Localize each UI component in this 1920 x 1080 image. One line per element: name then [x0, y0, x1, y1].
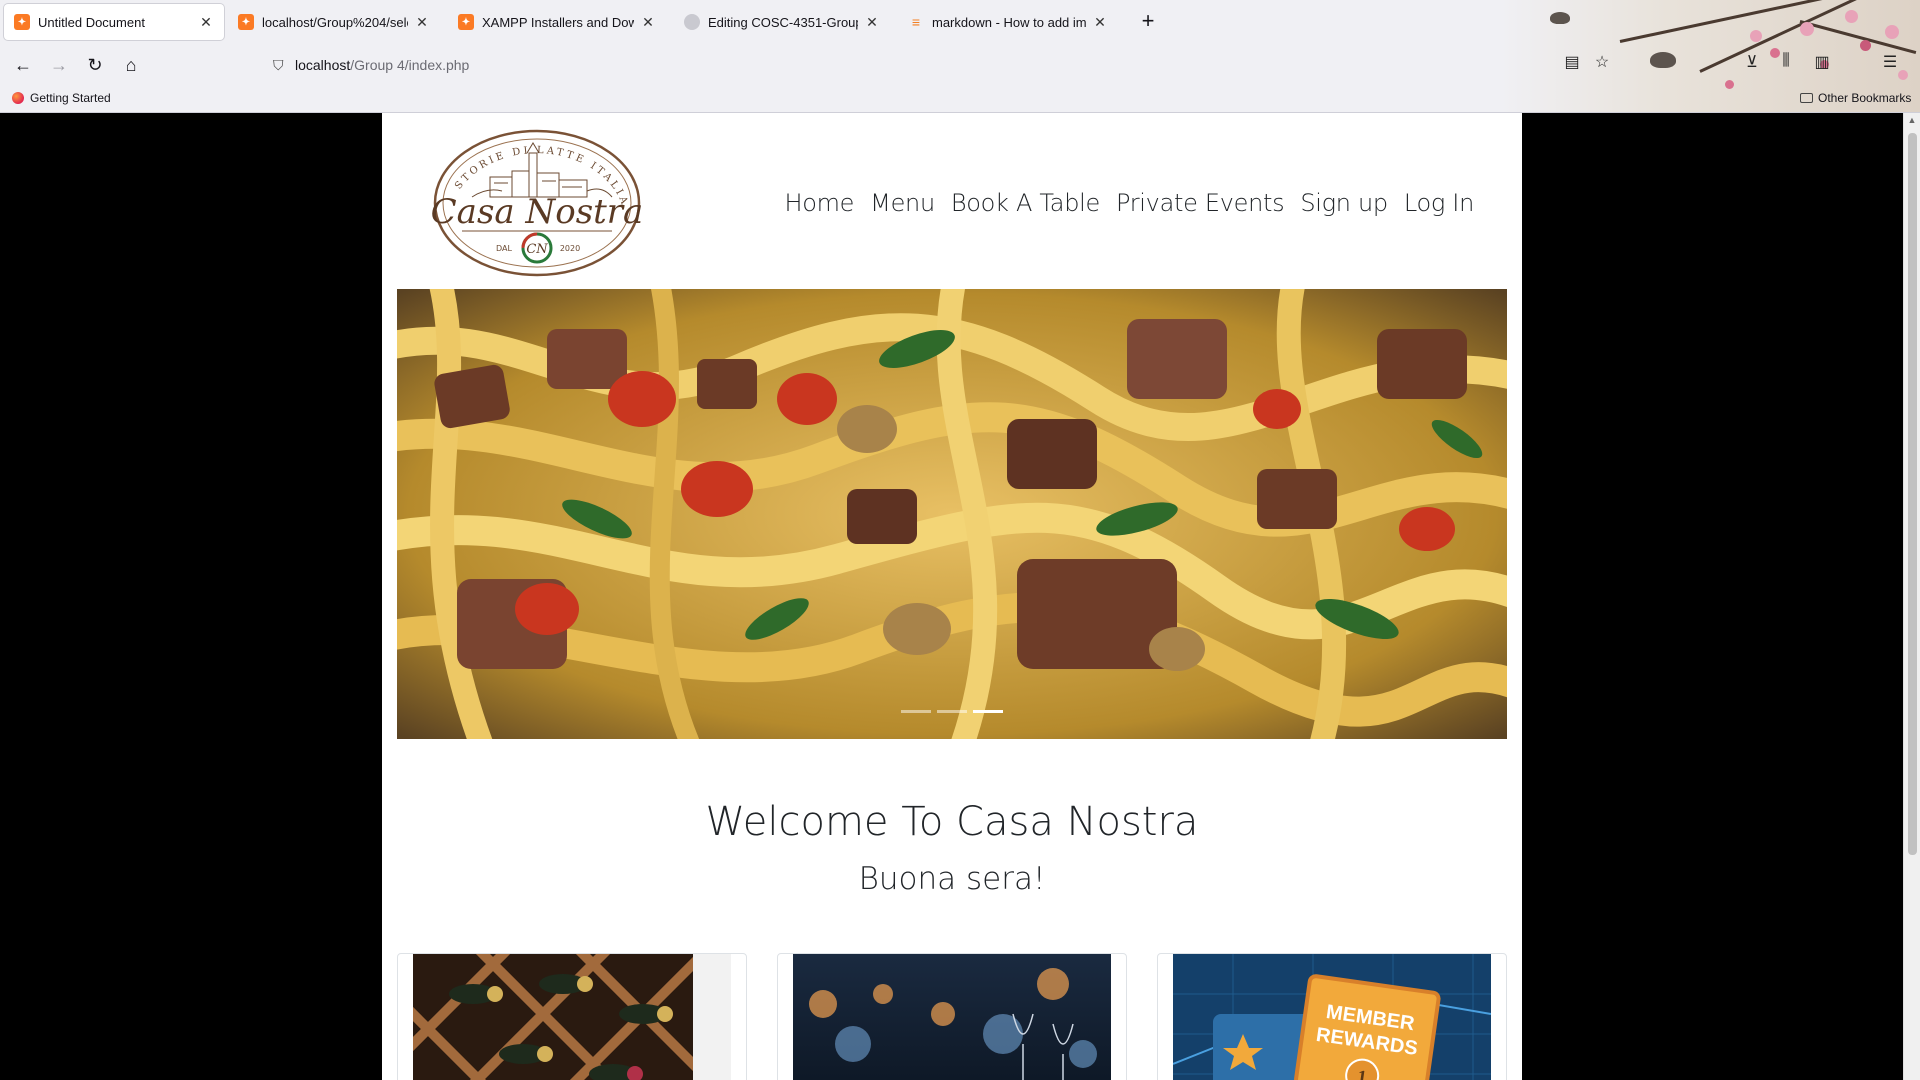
navigation-toolbar: ← → ↻ ⌂ ⛉ ▯ localhost/Group 4/index.php …: [0, 44, 1920, 86]
bookmark-other-bookmarks[interactable]: Other Bookmarks: [1800, 91, 1911, 105]
xampp-icon: ✦: [14, 14, 30, 30]
tab-title: markdown - How to add images: [932, 14, 1086, 30]
feature-cards: MEMBER REWARDS 1: [397, 953, 1507, 1080]
xampp-icon: ✦: [238, 14, 254, 30]
url-host: localhost: [295, 57, 351, 73]
arrow-left-icon: ←: [14, 54, 32, 75]
restaurant-tables-image: [793, 954, 1111, 1080]
tab-title: localhost/Group%204/select.php: [262, 14, 408, 30]
home-button[interactable]: ⌂: [116, 50, 146, 80]
logo-dal: DAL: [496, 244, 512, 253]
carousel-indicator[interactable]: [901, 710, 931, 713]
welcome-subheading: Buona sera!: [858, 861, 1046, 897]
tab-select-php[interactable]: ✦ localhost/Group%204/select.php ✕: [228, 4, 440, 40]
new-tab-button[interactable]: +: [1134, 8, 1162, 36]
sidebar-icon[interactable]: ▥: [1812, 52, 1832, 72]
page-scrollbar[interactable]: ▲: [1903, 113, 1920, 1080]
github-icon: [684, 14, 700, 30]
tab-xampp-downloads[interactable]: ✦ XAMPP Installers and Downloads ✕: [448, 4, 666, 40]
close-icon[interactable]: ✕: [198, 14, 214, 31]
logo-wordmark: Casa Nostra: [431, 192, 644, 232]
address-bar[interactable]: ⛉ ▯ localhost/Group 4/index.php: [265, 48, 1505, 82]
back-button[interactable]: ←: [8, 50, 38, 80]
nav-log-in[interactable]: Log In: [1396, 189, 1482, 217]
xampp-icon: ✦: [458, 14, 474, 30]
logo-monogram: CN: [526, 242, 548, 257]
stackoverflow-icon: ≡: [911, 14, 921, 30]
nav-home[interactable]: Home: [776, 189, 862, 217]
tab-title: Editing COSC-4351-Group-4/RE: [708, 14, 858, 30]
bookmark-label: Getting Started: [30, 91, 111, 105]
tab-markdown-images[interactable]: ≡ markdown - How to add images ✕: [898, 4, 1118, 40]
scroll-up-icon[interactable]: ▲: [1907, 115, 1917, 125]
reader-view-icon[interactable]: ▤: [1562, 52, 1582, 72]
site-navigation: Home Menu Book A Table Private Events Si…: [776, 189, 1482, 217]
rewards-badge-number: 1: [1356, 1066, 1368, 1080]
logo-year: 2020: [560, 244, 580, 253]
nav-book-a-table[interactable]: Book A Table: [943, 189, 1108, 217]
scrollbar-thumb[interactable]: [1908, 133, 1917, 855]
tab-github-editing[interactable]: Editing COSC-4351-Group-4/RE ✕: [674, 4, 890, 40]
carousel-indicator[interactable]: [937, 710, 967, 713]
close-icon[interactable]: ✕: [1092, 14, 1108, 31]
close-icon[interactable]: ✕: [414, 14, 430, 31]
member-rewards-image: MEMBER REWARDS 1: [1173, 954, 1491, 1080]
folder-icon: [1800, 93, 1813, 103]
url-path: /Group 4/index.php: [350, 57, 470, 73]
firefox-icon: [12, 92, 24, 104]
close-icon[interactable]: ✕: [864, 14, 880, 31]
wine-rack-image: [413, 954, 731, 1080]
tab-title: Untitled Document: [38, 14, 145, 30]
library-icon[interactable]: ⫼: [1776, 52, 1796, 72]
nav-sign-up[interactable]: Sign up: [1292, 189, 1396, 217]
card-wine[interactable]: [397, 953, 747, 1080]
tab-title: XAMPP Installers and Downloads: [482, 14, 634, 30]
browser-chrome: ✦ Untitled Document ✕ ✦ localhost/Group%…: [0, 0, 1920, 113]
nav-menu[interactable]: Menu: [862, 189, 943, 217]
forward-button[interactable]: →: [44, 50, 74, 80]
welcome-heading: Welcome To Casa Nostra: [705, 799, 1199, 845]
pocket-icon[interactable]: ⊻: [1742, 52, 1762, 72]
carousel-indicator-active[interactable]: [973, 710, 1003, 713]
star-icon[interactable]: ☆: [1592, 52, 1612, 72]
casa-nostra-logo[interactable]: STORIE DI LATTE ITALIANO Casa Nostra DAL…: [406, 117, 662, 277]
menu-icon[interactable]: ☰: [1880, 52, 1900, 72]
web-page: STORIE DI LATTE ITALIANO Casa Nostra DAL…: [382, 113, 1522, 1080]
reload-icon: ↻: [87, 54, 103, 75]
home-icon: ⌂: [125, 54, 137, 75]
arrow-right-icon: →: [50, 54, 68, 75]
shield-icon: ⛉: [273, 56, 284, 73]
nav-private-events[interactable]: Private Events: [1108, 189, 1292, 217]
bookmark-getting-started[interactable]: Getting Started: [12, 91, 111, 105]
bookmarks-toolbar: Getting Started Other Bookmarks: [0, 86, 1920, 112]
card-member-rewards[interactable]: MEMBER REWARDS 1: [1157, 953, 1507, 1080]
pasta-dish-image: [397, 289, 1507, 739]
tab-strip: ✦ Untitled Document ✕ ✦ localhost/Group%…: [0, 0, 1920, 44]
close-icon[interactable]: ✕: [640, 14, 656, 31]
reload-button[interactable]: ↻: [80, 50, 110, 80]
tab-untitled-document[interactable]: ✦ Untitled Document ✕: [4, 4, 224, 40]
card-dining[interactable]: [777, 953, 1127, 1080]
carousel-indicators: [397, 710, 1507, 713]
hero-carousel[interactable]: [397, 289, 1507, 739]
bookmark-label: Other Bookmarks: [1818, 91, 1912, 105]
